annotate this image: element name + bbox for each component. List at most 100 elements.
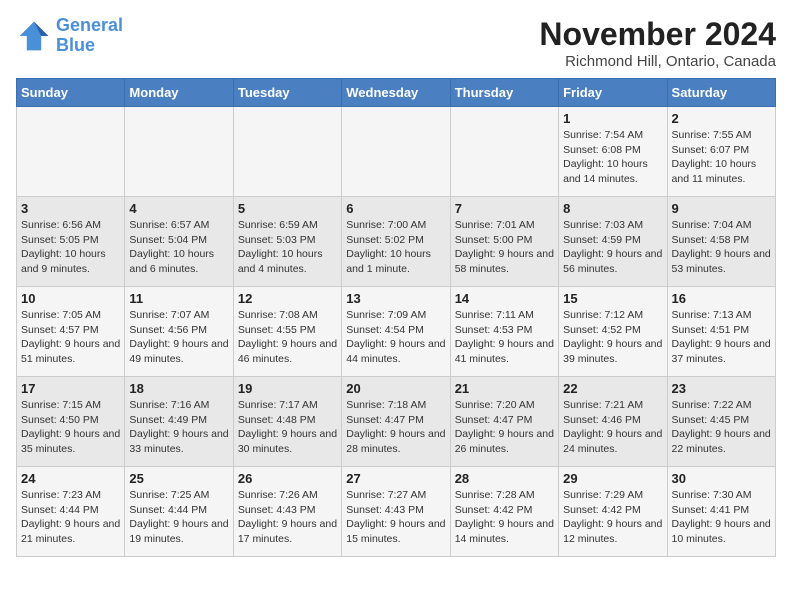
weekday-header-saturday: Saturday: [667, 79, 775, 107]
day-info: Sunrise: 6:56 AM Sunset: 5:05 PM Dayligh…: [21, 218, 120, 277]
calendar-cell: 27Sunrise: 7:27 AM Sunset: 4:43 PM Dayli…: [342, 467, 450, 557]
weekday-header-sunday: Sunday: [17, 79, 125, 107]
calendar-cell: [342, 107, 450, 197]
day-info: Sunrise: 7:55 AM Sunset: 6:07 PM Dayligh…: [672, 128, 771, 187]
day-info: Sunrise: 7:16 AM Sunset: 4:49 PM Dayligh…: [129, 398, 228, 457]
day-number: 4: [129, 201, 228, 216]
day-number: 30: [672, 471, 771, 486]
day-number: 20: [346, 381, 445, 396]
day-info: Sunrise: 7:30 AM Sunset: 4:41 PM Dayligh…: [672, 488, 771, 547]
day-number: 26: [238, 471, 337, 486]
calendar-cell: [450, 107, 558, 197]
day-info: Sunrise: 7:21 AM Sunset: 4:46 PM Dayligh…: [563, 398, 662, 457]
calendar-cell: 11 Sunrise: 7:07 AM Sunset: 4:56 PM Dayli…: [125, 287, 233, 377]
logo-line2: Blue: [56, 35, 95, 55]
header: General Blue November 2024 Richmond Hill…: [16, 16, 776, 70]
calendar-cell: 12 Sunrise: 7:08 AM Sunset: 4:55 PM Dayli…: [233, 287, 341, 377]
day-info: Sunrise: 7:15 AM Sunset: 4:50 PM Dayligh…: [21, 398, 120, 457]
day-number: 24: [21, 471, 120, 486]
day-info: Sunrise: 7:28 AM Sunset: 4:42 PM Dayligh…: [455, 488, 554, 547]
day-info: Sunrise: 7:01 AM Sunset: 5:00 PM Dayligh…: [455, 218, 554, 277]
calendar-cell: 3 Sunrise: 6:56 AM Sunset: 5:05 PM Daylig…: [17, 197, 125, 287]
calendar-cell: 7 Sunrise: 7:01 AM Sunset: 5:00 PM Daylig…: [450, 197, 558, 287]
calendar-cell: 22 Sunrise: 7:21 AM Sunset: 4:46 PM Dayli…: [559, 377, 667, 467]
day-number: 29: [563, 471, 662, 486]
day-number: 14: [455, 291, 554, 306]
day-info: Sunrise: 7:23 AM Sunset: 4:44 PM Dayligh…: [21, 488, 120, 547]
day-info: Sunrise: 7:20 AM Sunset: 4:47 PM Dayligh…: [455, 398, 554, 457]
day-number: 22: [563, 381, 662, 396]
calendar-cell: 16 Sunrise: 7:13 AM Sunset: 4:51 PM Dayli…: [667, 287, 775, 377]
day-number: 17: [21, 381, 120, 396]
calendar-cell: [17, 107, 125, 197]
calendar-cell: 19 Sunrise: 7:17 AM Sunset: 4:48 PM Dayli…: [233, 377, 341, 467]
day-info: Sunrise: 7:05 AM Sunset: 4:57 PM Dayligh…: [21, 308, 120, 367]
calendar-cell: 18 Sunrise: 7:16 AM Sunset: 4:49 PM Dayli…: [125, 377, 233, 467]
calendar-cell: 21 Sunrise: 7:20 AM Sunset: 4:47 PM Dayli…: [450, 377, 558, 467]
day-info: Sunrise: 7:11 AM Sunset: 4:53 PM Dayligh…: [455, 308, 554, 367]
logo: General Blue: [16, 16, 123, 56]
day-info: Sunrise: 7:18 AM Sunset: 4:47 PM Dayligh…: [346, 398, 445, 457]
day-info: Sunrise: 7:12 AM Sunset: 4:52 PM Dayligh…: [563, 308, 662, 367]
day-info: Sunrise: 7:00 AM Sunset: 5:02 PM Dayligh…: [346, 218, 445, 277]
day-number: 3: [21, 201, 120, 216]
day-number: 6: [346, 201, 445, 216]
day-info: Sunrise: 7:08 AM Sunset: 4:55 PM Dayligh…: [238, 308, 337, 367]
day-number: 21: [455, 381, 554, 396]
weekday-header-row: SundayMondayTuesdayWednesdayThursdayFrid…: [17, 79, 776, 107]
calendar-cell: 20 Sunrise: 7:18 AM Sunset: 4:47 PM Dayli…: [342, 377, 450, 467]
location-title: Richmond Hill, Ontario, Canada: [539, 53, 776, 70]
day-number: 13: [346, 291, 445, 306]
day-info: Sunrise: 7:13 AM Sunset: 4:51 PM Dayligh…: [672, 308, 771, 367]
calendar-cell: 25Sunrise: 7:25 AM Sunset: 4:44 PM Dayli…: [125, 467, 233, 557]
day-number: 12: [238, 291, 337, 306]
calendar-cell: 29Sunrise: 7:29 AM Sunset: 4:42 PM Dayli…: [559, 467, 667, 557]
calendar-cell: 6 Sunrise: 7:00 AM Sunset: 5:02 PM Daylig…: [342, 197, 450, 287]
calendar-cell: 2Sunrise: 7:55 AM Sunset: 6:07 PM Daylig…: [667, 107, 775, 197]
calendar-week-row: 10 Sunrise: 7:05 AM Sunset: 4:57 PM Dayli…: [17, 287, 776, 377]
weekday-header-tuesday: Tuesday: [233, 79, 341, 107]
calendar-cell: 1Sunrise: 7:54 AM Sunset: 6:08 PM Daylig…: [559, 107, 667, 197]
calendar-cell: 5Sunrise: 6:59 AM Sunset: 5:03 PM Daylig…: [233, 197, 341, 287]
day-number: 10: [21, 291, 120, 306]
day-info: Sunrise: 7:09 AM Sunset: 4:54 PM Dayligh…: [346, 308, 445, 367]
day-number: 7: [455, 201, 554, 216]
calendar-cell: 8 Sunrise: 7:03 AM Sunset: 4:59 PM Daylig…: [559, 197, 667, 287]
calendar-cell: [125, 107, 233, 197]
day-number: 18: [129, 381, 228, 396]
calendar-week-row: 1Sunrise: 7:54 AM Sunset: 6:08 PM Daylig…: [17, 107, 776, 197]
day-info: Sunrise: 7:25 AM Sunset: 4:44 PM Dayligh…: [129, 488, 228, 547]
day-info: Sunrise: 7:03 AM Sunset: 4:59 PM Dayligh…: [563, 218, 662, 277]
calendar-week-row: 3 Sunrise: 6:56 AM Sunset: 5:05 PM Daylig…: [17, 197, 776, 287]
calendar-cell: 9Sunrise: 7:04 AM Sunset: 4:58 PM Daylig…: [667, 197, 775, 287]
calendar-week-row: 17 Sunrise: 7:15 AM Sunset: 4:50 PM Dayli…: [17, 377, 776, 467]
day-info: Sunrise: 7:22 AM Sunset: 4:45 PM Dayligh…: [672, 398, 771, 457]
calendar-week-row: 24 Sunrise: 7:23 AM Sunset: 4:44 PM Dayli…: [17, 467, 776, 557]
calendar-cell: 24 Sunrise: 7:23 AM Sunset: 4:44 PM Dayli…: [17, 467, 125, 557]
day-info: Sunrise: 7:17 AM Sunset: 4:48 PM Dayligh…: [238, 398, 337, 457]
day-info: Sunrise: 7:27 AM Sunset: 4:43 PM Dayligh…: [346, 488, 445, 547]
calendar-cell: 30 Sunrise: 7:30 AM Sunset: 4:41 PM Dayli…: [667, 467, 775, 557]
logo-text: General Blue: [56, 16, 123, 56]
calendar-cell: 15Sunrise: 7:12 AM Sunset: 4:52 PM Dayli…: [559, 287, 667, 377]
calendar-cell: 4 Sunrise: 6:57 AM Sunset: 5:04 PM Daylig…: [125, 197, 233, 287]
calendar-table: SundayMondayTuesdayWednesdayThursdayFrid…: [16, 78, 776, 557]
title-area: November 2024 Richmond Hill, Ontario, Ca…: [539, 16, 776, 70]
calendar-cell: 10 Sunrise: 7:05 AM Sunset: 4:57 PM Dayli…: [17, 287, 125, 377]
weekday-header-thursday: Thursday: [450, 79, 558, 107]
calendar-cell: 28Sunrise: 7:28 AM Sunset: 4:42 PM Dayli…: [450, 467, 558, 557]
day-number: 8: [563, 201, 662, 216]
calendar-cell: 14 Sunrise: 7:11 AM Sunset: 4:53 PM Dayli…: [450, 287, 558, 377]
day-info: Sunrise: 7:07 AM Sunset: 4:56 PM Dayligh…: [129, 308, 228, 367]
day-number: 11: [129, 291, 228, 306]
calendar-cell: 17 Sunrise: 7:15 AM Sunset: 4:50 PM Dayli…: [17, 377, 125, 467]
day-number: 23: [672, 381, 771, 396]
day-info: Sunrise: 6:57 AM Sunset: 5:04 PM Dayligh…: [129, 218, 228, 277]
calendar-cell: 13 Sunrise: 7:09 AM Sunset: 4:54 PM Dayli…: [342, 287, 450, 377]
weekday-header-monday: Monday: [125, 79, 233, 107]
calendar-body: 1Sunrise: 7:54 AM Sunset: 6:08 PM Daylig…: [17, 107, 776, 557]
calendar-cell: 26Sunrise: 7:26 AM Sunset: 4:43 PM Dayli…: [233, 467, 341, 557]
day-number: 19: [238, 381, 337, 396]
day-number: 16: [672, 291, 771, 306]
calendar-header: SundayMondayTuesdayWednesdayThursdayFrid…: [17, 79, 776, 107]
